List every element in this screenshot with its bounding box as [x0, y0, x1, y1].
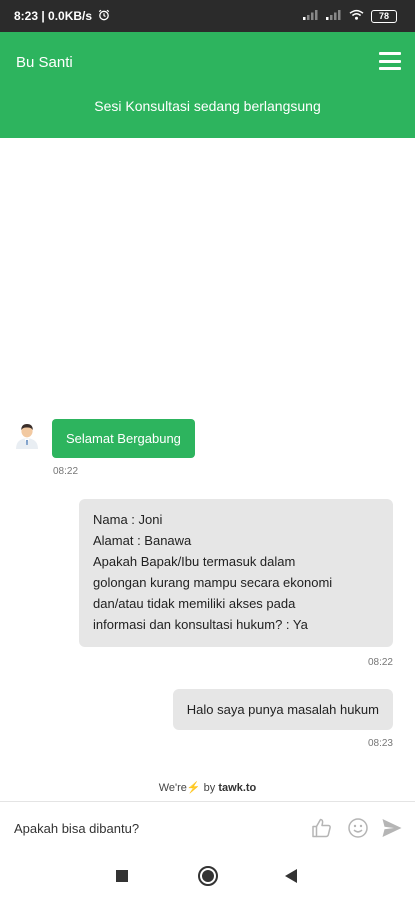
- branding-prefix: We're: [158, 782, 187, 794]
- menu-bar: [379, 52, 401, 55]
- message-line: dan/atau tidak memiliki akses pada: [93, 596, 296, 611]
- status-right: 78: [303, 9, 397, 23]
- menu-bar: [379, 59, 401, 63]
- thumbs-up-icon[interactable]: [310, 816, 334, 840]
- menu-bar: [379, 67, 401, 70]
- branding-by: by: [203, 782, 216, 794]
- message-line: Apakah Bapak/Ibu termasuk dalam: [93, 554, 296, 569]
- back-button[interactable]: [285, 869, 297, 883]
- tawk-branding[interactable]: We're⚡ by tawk.to: [0, 781, 415, 794]
- alarm-icon: [98, 9, 110, 24]
- wifi-icon: [349, 9, 364, 23]
- menu-icon[interactable]: [379, 52, 401, 70]
- message-line: Alamat : Banawa: [93, 533, 192, 548]
- chat-screen: 8:23 | 0.0KB/s 78 Bu Santi Sesi Konsulta…: [0, 0, 415, 900]
- avatar-icon: [14, 421, 40, 449]
- message-timestamp: 08:22: [367, 657, 393, 668]
- message-list[interactable]: Selamat Bergabung 08:22 Nama : Joni Alam…: [0, 138, 415, 794]
- session-status: Sesi Konsultasi sedang berlangsung: [94, 98, 321, 114]
- message-line: Nama : Joni: [93, 512, 163, 527]
- android-nav-bar: [0, 853, 415, 900]
- status-time-speed: 8:23 | 0.0KB/s: [14, 9, 93, 23]
- signal-icon: [303, 9, 319, 23]
- visitor-message-bubble: Halo saya punya masalah hukum: [172, 689, 393, 730]
- chat-header: Bu Santi Sesi Konsultasi sedang berlangs…: [0, 32, 415, 138]
- branding-brand: tawk.to: [218, 782, 257, 794]
- visitor-message-bubble: Nama : Joni Alamat : Banawa Apakah Bapak…: [79, 499, 393, 647]
- recent-apps-button[interactable]: [116, 870, 128, 882]
- status-left: 8:23 | 0.0KB/s: [14, 9, 110, 24]
- message-composer: [0, 801, 415, 853]
- status-bar: 8:23 | 0.0KB/s 78: [0, 0, 415, 32]
- lightning-icon: ⚡: [186, 782, 201, 794]
- emoji-icon[interactable]: [346, 816, 370, 840]
- agent-name: Bu Santi: [16, 54, 73, 71]
- send-icon[interactable]: [380, 816, 404, 840]
- home-button[interactable]: [198, 866, 218, 886]
- message-input[interactable]: [14, 816, 294, 840]
- agent-message-bubble: Selamat Bergabung: [52, 419, 195, 458]
- message-timestamp: 08:23: [367, 738, 393, 749]
- battery-icon: 78: [371, 9, 397, 23]
- signal-icon: [326, 9, 342, 23]
- message-timestamp: 08:22: [53, 466, 79, 477]
- message-line: informasi dan konsultasi hukum? : Ya: [93, 617, 308, 632]
- message-line: golongan kurang mampu secara ekonomi: [93, 575, 333, 590]
